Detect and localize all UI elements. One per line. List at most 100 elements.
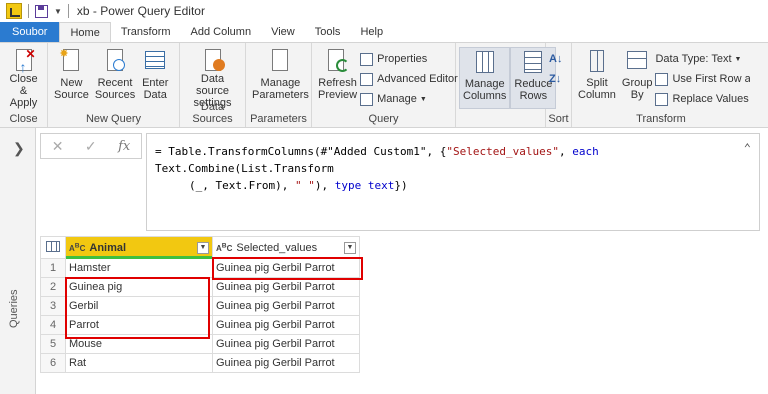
cell-selected-values[interactable]: Guinea pig Gerbil Parrot [212,277,360,297]
data-type-label: Data Type: Text [655,53,732,65]
manage-parameters-button[interactable]: Manage Parameters [249,47,312,109]
replace-values-button[interactable]: Replace Values [655,89,750,109]
queries-pane-label: Queries [8,289,20,328]
column-header-label: Selected_values [236,241,318,254]
sort-ascending-button[interactable]: A↓ [549,49,562,69]
tab-file[interactable]: Soubor [0,22,60,42]
data-table: ABC Animal ▼ ABC Selected_values ▼ 1 Hamster… [40,236,360,373]
save-icon[interactable] [35,4,48,18]
cell-animal[interactable]: Rat [65,353,213,373]
parameters-group: Manage Parameters Parameters [246,43,312,127]
check-icon[interactable]: ✓ [85,138,97,155]
power-bi-logo-icon [6,3,22,19]
tab-view[interactable]: View [261,22,305,42]
group-by-button[interactable]: Group By [619,47,656,109]
column-header-animal[interactable]: ABC Animal ▼ [65,236,213,259]
table-grid-icon [141,47,169,75]
formula-line-2: (_, Text.From), " "), type text}) [189,179,408,192]
text-type-icon: ABC [69,241,86,253]
table-icon [46,240,60,252]
manage-columns-group: Manage Columns Reduce Rows [456,43,557,127]
parameters-icon [266,47,294,75]
cell-animal[interactable]: Hamster [65,258,213,278]
group-by-label: Group By [621,77,653,101]
first-row-icon [655,72,669,86]
table-menu-button[interactable] [40,236,66,259]
table-row[interactable]: 5 Mouse Guinea pig Gerbil Parrot [40,334,360,354]
recent-sources-icon [101,47,129,75]
data-source-settings-button[interactable]: Data source settings [183,47,242,109]
table-row[interactable]: 6 Rat Guinea pig Gerbil Parrot [40,353,360,373]
expand-chevron-icon[interactable]: ❯ [13,140,25,157]
table-row[interactable]: 1 Hamster Guinea pig Gerbil Parrot [40,258,360,278]
cell-selected-values[interactable]: Guinea pig Gerbil Parrot [212,353,360,373]
recent-sources-button[interactable]: Recent Sources [92,47,138,109]
properties-icon [360,52,374,66]
cell-animal[interactable]: Gerbil [65,296,213,316]
filter-dropdown-icon[interactable]: ▼ [344,241,356,254]
sort-descending-button[interactable]: Z↓ [549,69,562,89]
cell-selected-values[interactable]: Guinea pig Gerbil Parrot [212,296,360,316]
close-group: ✕ ↑ Close & Apply Close [0,43,48,127]
row-number: 4 [40,315,66,335]
window-title: xb - Power Query Editor [76,4,205,18]
refresh-preview-button[interactable]: Refresh Preview [315,47,360,109]
replace-values-label: Replace Values [672,93,749,105]
cell-animal[interactable]: Parrot [65,315,213,335]
row-number: 6 [40,353,66,373]
split-column-icon [583,47,611,75]
cell-animal[interactable]: Guinea pig [65,277,213,297]
use-first-row-button[interactable]: Use First Row as H [655,69,750,89]
column-header-label: Animal [89,241,127,254]
collapse-formula-icon[interactable]: ⌃ [744,140,751,157]
tab-home[interactable]: Home [59,22,111,42]
properties-button[interactable]: Properties [360,49,458,69]
new-query-group-label: New Query [85,113,142,125]
manage-columns-label: Manage Columns [463,78,507,102]
advanced-editor-label: Advanced Editor [377,73,458,85]
formula-tools: ✕ ✓ fx [40,133,142,159]
cell-selected-values[interactable]: Guinea pig Gerbil Parrot [212,334,360,354]
manage-button[interactable]: Manage ▼ [360,89,458,109]
title-bar: ▼ xb - Power Query Editor [0,0,768,22]
new-source-label: New Source [54,77,89,101]
table-row[interactable]: 3 Gerbil Guinea pig Gerbil Parrot [40,296,360,316]
cell-selected-values[interactable]: Guinea pig Gerbil Parrot [212,315,360,335]
filter-dropdown-icon[interactable]: ▼ [197,241,209,254]
cell-animal[interactable]: Mouse [65,334,213,354]
table-row[interactable]: 2 Guinea pig Guinea pig Gerbil Parrot [40,277,360,297]
advanced-editor-button[interactable]: Advanced Editor [360,69,458,89]
tab-transform[interactable]: Transform [111,22,181,42]
close-group-label: Close [9,113,38,125]
query-group-label: Query [368,113,399,125]
column-header-selected-values[interactable]: ABC Selected_values ▼ [212,236,360,259]
tab-add-column[interactable]: Add Column [181,22,262,42]
fx-icon[interactable]: fx [118,139,130,154]
enter-data-button[interactable]: Enter Data [138,47,172,109]
transform-group-label: Transform [636,113,686,125]
quick-access-dropdown-icon[interactable]: ▼ [54,7,62,16]
close-apply-label: Close & Apply [9,73,38,109]
recent-sources-label: Recent Sources [94,77,136,101]
cancel-icon[interactable]: ✕ [52,138,64,155]
data-sources-group: Data source settings Data Sources [180,43,246,127]
tab-help[interactable]: Help [350,22,393,42]
rows-icon [519,48,547,76]
refresh-icon [324,47,352,75]
table-header-row: ABC Animal ▼ ABC Selected_values ▼ [40,236,360,259]
data-type-dropdown[interactable]: Data Type: Text ▼ [655,49,750,69]
row-number: 2 [40,277,66,297]
manage-parameters-label: Manage Parameters [252,77,309,101]
split-column-button[interactable]: Split Column [575,47,619,109]
table-row[interactable]: 4 Parrot Guinea pig Gerbil Parrot [40,315,360,335]
close-apply-button[interactable]: ✕ ↑ Close & Apply [3,47,44,109]
formula-bar[interactable]: = Table.TransformColumns(#"Added Custom1… [146,133,760,231]
new-source-button[interactable]: ✸ New Source [51,47,92,109]
manage-columns-button[interactable]: Manage Columns [459,47,511,109]
transform-group: Split Column Group By Data Type: Text ▼ U… [572,43,750,127]
split-column-label: Split Column [578,77,616,101]
cell-selected-values[interactable]: Guinea pig Gerbil Parrot [212,258,360,278]
close-apply-icon: ✕ ↑ [10,47,38,75]
row-number: 5 [40,334,66,354]
tab-tools[interactable]: Tools [305,22,351,42]
